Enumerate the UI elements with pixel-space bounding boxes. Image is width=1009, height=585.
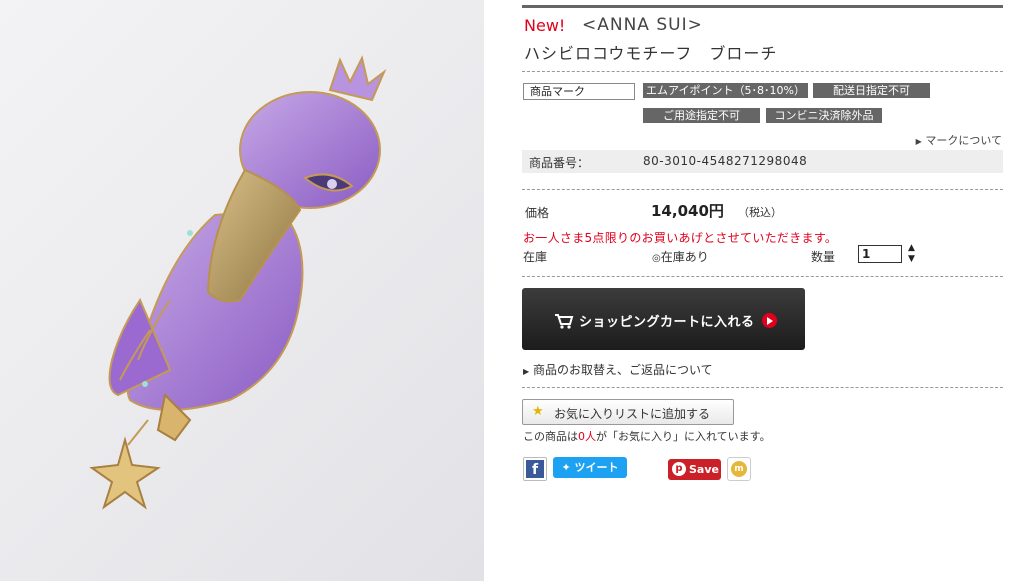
- mark-about-link[interactable]: ▶ マークについて: [916, 132, 1002, 148]
- price-label: 価格: [525, 206, 550, 220]
- quantity-stepper[interactable]: ▲ ▼: [908, 243, 915, 265]
- star-icon: ★: [532, 404, 544, 419]
- mixi-check-button[interactable]: m: [727, 457, 751, 481]
- chevron-right-icon: ▶: [523, 367, 530, 376]
- brooch-illustration: [89, 55, 387, 510]
- quantity-label: 数量: [811, 250, 836, 264]
- stock-status-icon: ◎: [652, 253, 661, 264]
- favorite-count: 0人: [578, 430, 596, 443]
- badge-point: エムアイポイント（5･8･10%）: [643, 83, 808, 98]
- arrow-down-icon[interactable]: ▼: [908, 254, 915, 265]
- pinterest-save-button[interactable]: p Save: [668, 459, 721, 480]
- divider: [522, 276, 1003, 277]
- tweet-button[interactable]: ✦ ツイート: [553, 457, 627, 478]
- badge-no-delivery-date: 配送日指定不可: [813, 83, 930, 98]
- item-number-label: 商品番号：: [529, 156, 590, 170]
- arrow-up-icon[interactable]: ▲: [908, 243, 915, 254]
- new-label: New!: [524, 16, 566, 35]
- cart-icon: [555, 314, 574, 329]
- price-value: 14,040円: [651, 202, 724, 220]
- quantity-input[interactable]: 1: [858, 245, 902, 263]
- stock-label: 在庫: [523, 250, 548, 264]
- add-to-cart-label: ショッピングカートに入れる: [579, 315, 755, 330]
- badge-no-purpose: ご用途指定不可: [643, 108, 760, 123]
- facebook-icon: f: [526, 460, 544, 478]
- top-rule: [522, 5, 1003, 8]
- item-number-value: 80-3010-4548271298048: [643, 154, 808, 168]
- purchase-limit-notice: お一人さま5点限りのお買いあげとさせていただきます。: [523, 231, 838, 245]
- divider: [522, 387, 1003, 388]
- chevron-right-icon: ▶: [915, 137, 922, 146]
- tax-note: （税込）: [738, 206, 782, 219]
- twitter-bird-icon: ✦: [561, 461, 571, 474]
- arrow-circle-icon: [762, 313, 777, 328]
- badge-no-convenience-payment: コンビニ決済除外品: [766, 108, 882, 123]
- stock-status: ◎在庫あり: [652, 250, 709, 264]
- facebook-share-button[interactable]: f: [523, 457, 547, 481]
- add-favorite-label: お気に入りリストに追加する: [554, 407, 711, 421]
- returns-link[interactable]: ▶ 商品のお取替え、ご返品について: [523, 361, 713, 378]
- divider: [522, 189, 1003, 190]
- add-favorite-button[interactable]: ★ お気に入りリストに追加する: [522, 399, 734, 425]
- mixi-icon: m: [731, 461, 747, 477]
- favorite-count-note: この商品は0人が「お気に入り」に入れています。: [523, 430, 771, 443]
- divider: [522, 71, 1003, 72]
- product-image: [0, 0, 484, 581]
- mark-label: 商品マーク: [523, 83, 635, 100]
- product-title: ハシビロコウモチーフ ブローチ: [524, 44, 778, 63]
- add-to-cart-button[interactable]: ショッピングカートに入れる: [522, 288, 805, 350]
- brand-name: <ANNA SUI>: [582, 15, 703, 35]
- pinterest-icon: p: [672, 462, 686, 476]
